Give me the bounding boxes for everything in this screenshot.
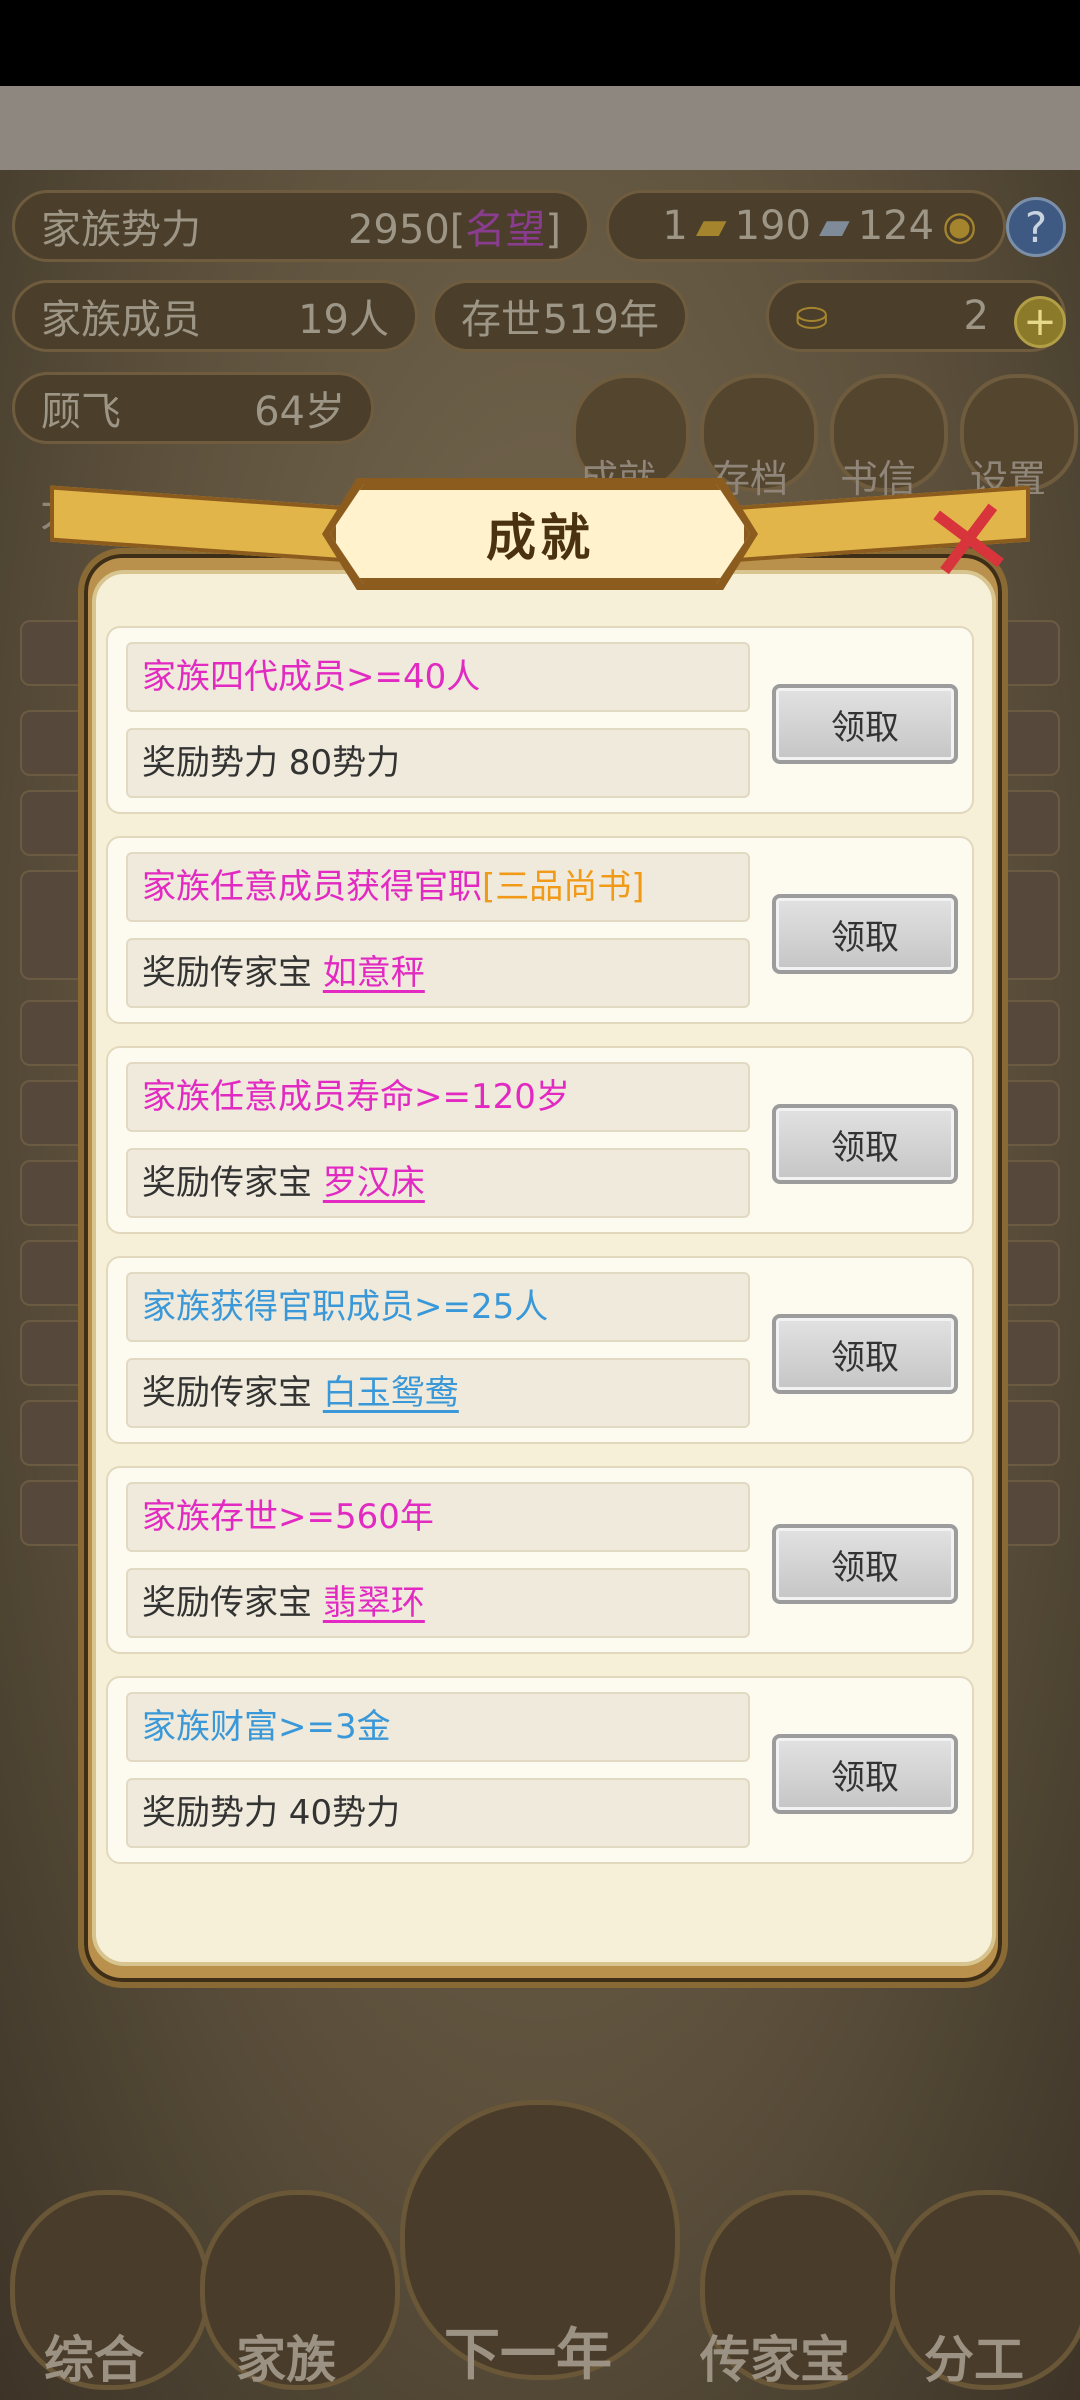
- years-pill: 存世 519年: [432, 280, 688, 352]
- silver-count: 190: [734, 203, 811, 249]
- help-button[interactable]: ?: [1006, 197, 1066, 257]
- nav-overview-label: 综合: [44, 2331, 144, 2389]
- power-bracket-open: [: [449, 207, 466, 253]
- top-band: [0, 86, 1080, 170]
- reward-item-link[interactable]: 如意秤: [323, 953, 425, 993]
- power-value: 2950: [347, 207, 450, 253]
- reward-text: 奖励势力 80势力: [142, 743, 401, 783]
- claim-button[interactable]: 领取: [772, 1734, 958, 1814]
- coin-icon: ◉: [942, 203, 977, 249]
- achievement-condition: 家族存世>=560年: [126, 1482, 750, 1552]
- add-ingot-button[interactable]: +: [1014, 296, 1066, 348]
- power-label: 家族势力: [41, 207, 201, 253]
- gold-bar-icon: ▰: [695, 203, 727, 249]
- years-label: 存世: [461, 297, 541, 343]
- achievement-reward: 奖励势力 40势力: [126, 1778, 750, 1848]
- power-bracket-close: ]: [545, 207, 561, 253]
- reward-text: 奖励传家宝: [142, 1373, 323, 1413]
- silver-bar-icon: ▰: [818, 203, 850, 249]
- achievement-reward: 奖励传家宝 翡翠环: [126, 1568, 750, 1638]
- achievement-card: 家族存世>=560年 奖励传家宝 翡翠环 领取: [106, 1466, 974, 1654]
- ingot-count: 2: [963, 293, 989, 339]
- claim-button[interactable]: 领取: [772, 1104, 958, 1184]
- nav-next-year-label: 下一年: [444, 2323, 612, 2388]
- head-name: 顾飞: [41, 389, 121, 435]
- condition-text: 家族任意成员获得官职: [142, 867, 482, 907]
- reward-text: 奖励势力 40势力: [142, 1793, 401, 1833]
- achievement-reward: 奖励势力 80势力: [126, 728, 750, 798]
- nav-division-label: 分工: [924, 2331, 1024, 2389]
- dialog-title: 成就: [486, 509, 594, 567]
- head-age: 64岁: [254, 389, 345, 435]
- claim-button[interactable]: 领取: [772, 684, 958, 764]
- members-pill: 家族成员 19人: [12, 280, 418, 352]
- achievement-card: 家族财富>=3金 奖励势力 40势力 领取: [106, 1676, 974, 1864]
- reward-text: 奖励传家宝: [142, 1163, 323, 1203]
- claim-button[interactable]: 领取: [772, 1524, 958, 1604]
- achievement-reward: 奖励传家宝 如意秤: [126, 938, 750, 1008]
- achievement-condition: 家族财富>=3金: [126, 1692, 750, 1762]
- members-value: 19人: [298, 297, 389, 343]
- ingot-icon: ⛀: [795, 293, 829, 339]
- nav-family-label: 家族: [236, 2331, 336, 2389]
- nav-heirloom-label: 传家宝: [700, 2331, 850, 2389]
- reward-item-link[interactable]: 白玉鸳鸯: [323, 1373, 459, 1413]
- achievement-card: 家族任意成员寿命>=120岁 奖励传家宝 罗汉床 领取: [106, 1046, 974, 1234]
- reward-text: 奖励传家宝: [142, 1583, 323, 1623]
- close-icon[interactable]: ✕: [907, 471, 1031, 611]
- achievement-card: 家族四代成员>=40人 奖励势力 80势力 领取: [106, 626, 974, 814]
- achievement-condition: 家族四代成员>=40人: [126, 642, 750, 712]
- currency-pill: 1 ▰ 190 ▰ 124 ◉: [606, 190, 1006, 262]
- achievement-condition: 家族任意成员获得官职[三品尚书]: [126, 852, 750, 922]
- gold-count: 1: [662, 203, 688, 249]
- head-pill: 顾飞 64岁: [12, 372, 374, 444]
- claim-button[interactable]: 领取: [772, 894, 958, 974]
- years-value: 519年: [542, 297, 659, 343]
- members-label: 家族成员: [41, 297, 201, 343]
- status-bar: [0, 0, 1080, 86]
- achievement-condition: 家族任意成员寿命>=120岁: [126, 1062, 750, 1132]
- achievement-card: 家族任意成员获得官职[三品尚书] 奖励传家宝 如意秤 领取: [106, 836, 974, 1024]
- achievement-reward: 奖励传家宝 罗汉床: [126, 1148, 750, 1218]
- power-pill[interactable]: 家族势力 2950[名望]: [12, 190, 590, 262]
- reward-item-link[interactable]: 罗汉床: [323, 1163, 425, 1203]
- title-plate: 成就: [330, 484, 750, 584]
- achievement-card: 家族获得官职成员>=25人 奖励传家宝 白玉鸳鸯 领取: [106, 1256, 974, 1444]
- power-rank: 名望: [465, 207, 546, 253]
- claim-button[interactable]: 领取: [772, 1314, 958, 1394]
- coin-count: 124: [857, 203, 935, 249]
- achievement-condition: 家族获得官职成员>=25人: [126, 1272, 750, 1342]
- power-value-group: 2950[名望]: [348, 197, 561, 255]
- reward-item-link[interactable]: 翡翠环: [323, 1583, 425, 1623]
- achievement-reward: 奖励传家宝 白玉鸳鸯: [126, 1358, 750, 1428]
- condition-rank: [三品尚书]: [482, 867, 645, 907]
- reward-text: 奖励传家宝: [142, 953, 323, 993]
